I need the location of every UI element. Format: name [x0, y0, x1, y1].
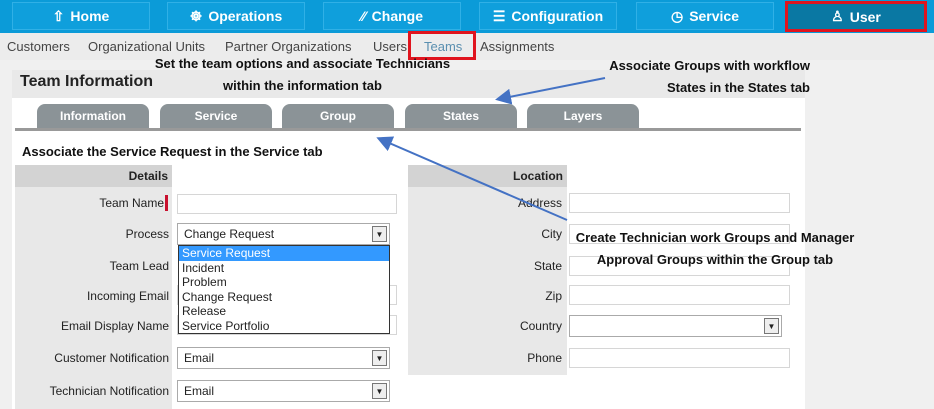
arrow-to-states-tab — [495, 77, 606, 105]
arrow-to-group-tab — [376, 136, 568, 221]
annotation-arrows — [376, 77, 606, 221]
